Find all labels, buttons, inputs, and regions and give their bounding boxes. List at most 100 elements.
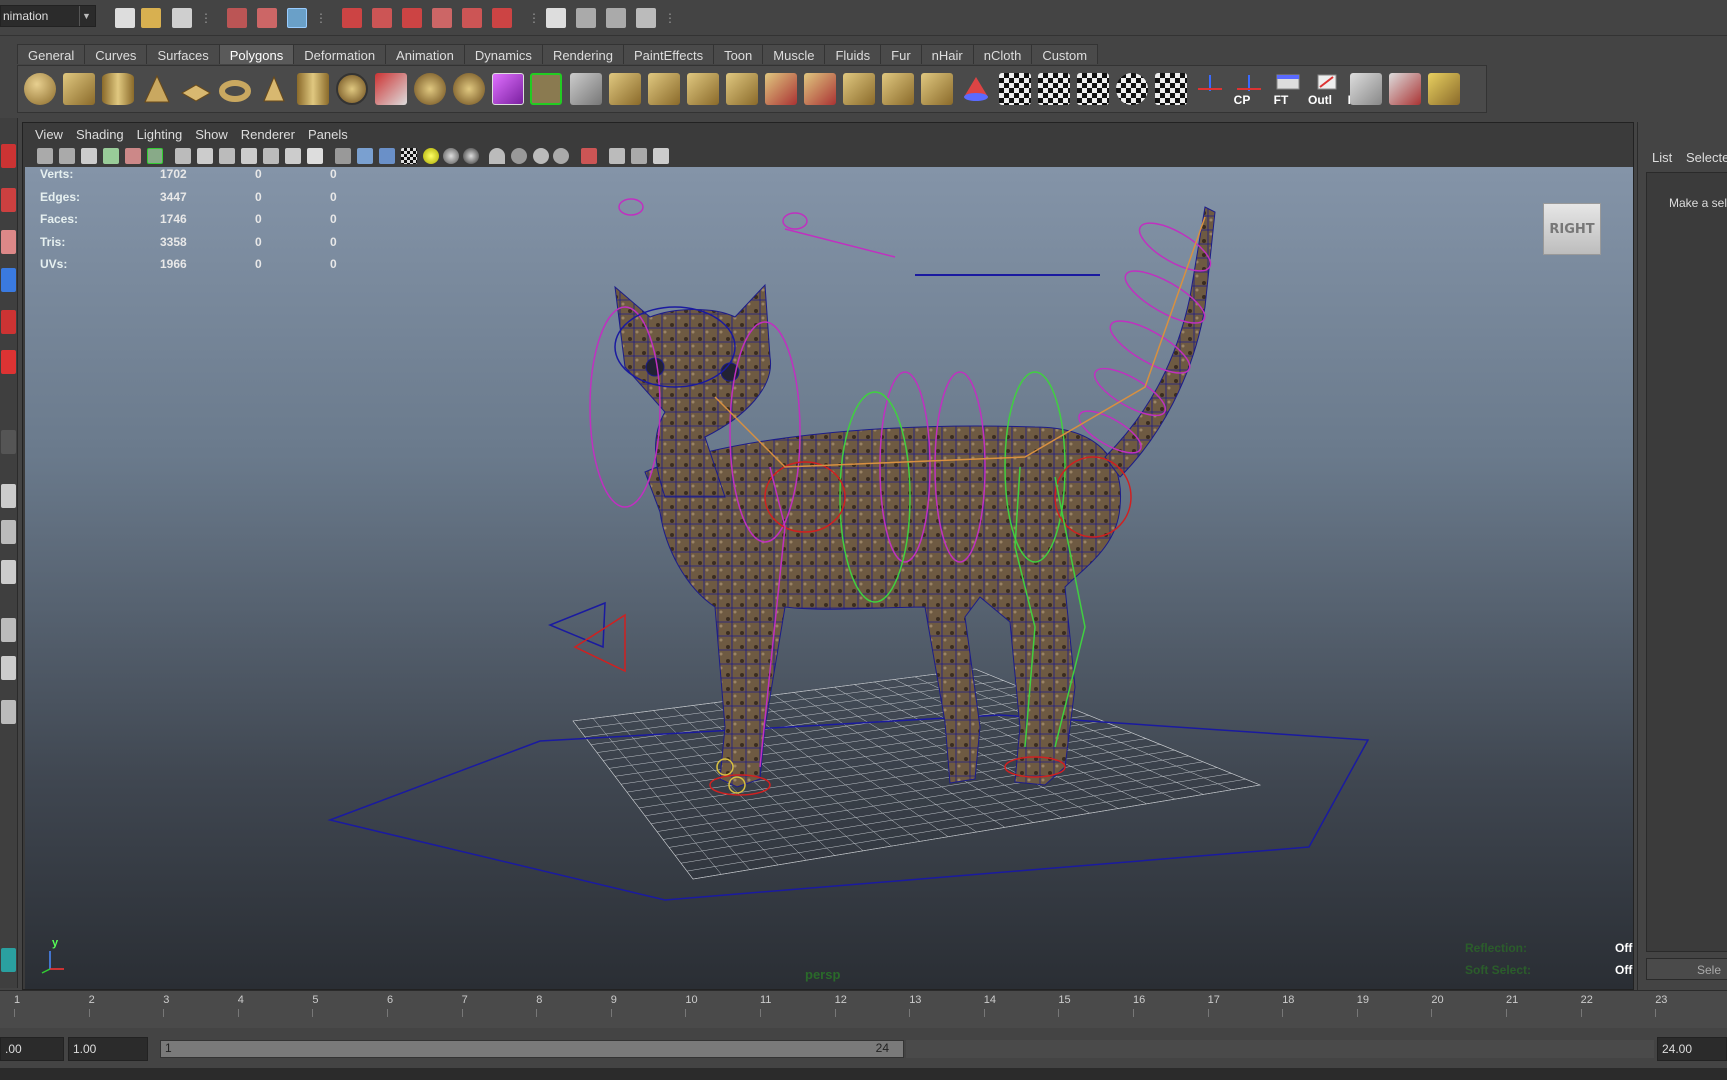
shelf-tab-dynamics[interactable]: Dynamics [463, 44, 543, 64]
view-cube[interactable]: RIGHT [1541, 197, 1605, 259]
grease-pencil-icon[interactable] [147, 148, 163, 164]
shelf-tab-ncloth[interactable]: nCloth [972, 44, 1033, 64]
select-camera-icon[interactable] [37, 148, 53, 164]
bevel-icon[interactable] [843, 73, 875, 105]
menu-set-selector[interactable]: nimation ▼ [0, 5, 96, 27]
shelf-tab-curves[interactable]: Curves [84, 44, 148, 64]
ipr-render-icon[interactable] [606, 8, 626, 28]
offset-edge-loop-icon[interactable] [726, 73, 758, 105]
last-tool-icon[interactable] [1, 430, 16, 454]
poke-face-icon[interactable] [765, 73, 797, 105]
wedge-face-icon[interactable] [804, 73, 836, 105]
poly-prism-icon[interactable] [258, 73, 290, 105]
cylindrical-mapping-icon[interactable] [999, 73, 1031, 105]
poly-cube-icon[interactable] [63, 73, 95, 105]
insert-edge-loop-icon[interactable] [687, 73, 719, 105]
image-plane-icon[interactable] [103, 148, 119, 164]
hud-toggle-icon[interactable] [609, 148, 625, 164]
poly-sphere-icon[interactable] [24, 73, 56, 105]
shelf-tab-muscle[interactable]: Muscle [762, 44, 826, 64]
menu-view[interactable]: View [31, 123, 72, 145]
gate-mask-icon[interactable] [241, 148, 257, 164]
lasso-tool-icon[interactable] [1, 188, 16, 212]
time-slider[interactable]: 1 2 3 4 5 6 7 8 9 10 11 12 13 14 15 16 17 18 19 20 21 22 23 [0, 990, 1727, 1028]
poly-soccer-ball-icon[interactable] [336, 73, 368, 105]
command-line[interactable] [0, 1068, 1727, 1080]
hotbox-icon[interactable] [1, 948, 16, 972]
select-tool-icon[interactable] [1389, 73, 1421, 105]
uv-texture-editor-icon[interactable] [1155, 73, 1187, 105]
bookmark-icon[interactable] [81, 148, 97, 164]
isolate-select-icon[interactable] [581, 148, 597, 164]
textured-icon[interactable] [401, 148, 417, 164]
playback-start-field[interactable]: 1.00 [68, 1037, 148, 1061]
xray-joints-icon[interactable] [511, 148, 527, 164]
menu-shading[interactable]: Shading [72, 123, 133, 145]
xray-icon[interactable] [489, 148, 505, 164]
tab-selected[interactable]: Selecte [1686, 150, 1727, 165]
render-frame-icon[interactable] [576, 8, 596, 28]
persp-hypershade-layout-icon[interactable] [1, 656, 16, 680]
grid-toggle-icon[interactable] [175, 148, 191, 164]
shelf-tab-toon[interactable]: Toon [713, 44, 764, 64]
wireframe-icon[interactable] [335, 148, 351, 164]
move-tool-icon[interactable] [1, 268, 16, 292]
split-polygon-icon[interactable] [648, 73, 680, 105]
menu-lighting[interactable]: Lighting [133, 123, 192, 145]
film-gate-icon[interactable] [197, 148, 213, 164]
xray-components-icon[interactable] [533, 148, 549, 164]
select-tool-icon[interactable] [1, 144, 16, 168]
poly-pipe-icon[interactable] [297, 73, 329, 105]
combine-icon[interactable] [375, 73, 407, 105]
shelf-tab-painteffects[interactable]: PaintEffects [622, 44, 715, 64]
merge-icon[interactable] [882, 73, 914, 105]
field-chart-icon[interactable] [263, 148, 279, 164]
render-settings-icon[interactable] [636, 8, 656, 28]
select-by-hierarchy-icon[interactable] [227, 8, 247, 28]
extrude-icon[interactable] [530, 73, 562, 105]
snap-to-curve-icon[interactable] [372, 8, 392, 28]
shelf-tab-nhair[interactable]: nHair [920, 44, 974, 64]
shadows-icon[interactable] [443, 148, 459, 164]
hypershade-icon[interactable] [1350, 73, 1382, 105]
poly-cylinder-icon[interactable] [102, 73, 134, 105]
new-scene-icon[interactable] [115, 8, 135, 28]
render-view-icon[interactable] [546, 8, 566, 28]
menu-renderer[interactable]: Renderer [237, 123, 304, 145]
rotate-tool-icon[interactable] [1, 310, 16, 334]
select-by-component-icon[interactable] [287, 8, 307, 28]
chevron-down-icon[interactable]: ▼ [79, 6, 93, 26]
freeze-transforms-button[interactable]: FT [1233, 73, 1288, 107]
delete-history-button[interactable]: Hist [1311, 73, 1370, 107]
snap-to-point-icon[interactable] [402, 8, 422, 28]
shelf-tab-animation[interactable]: Animation [385, 44, 465, 64]
outliner-button[interactable]: Outl [1272, 73, 1332, 107]
two-d-pan-icon[interactable] [125, 148, 141, 164]
outliner-layout-icon[interactable] [1, 700, 16, 724]
snap-to-grid-icon[interactable] [342, 8, 362, 28]
smooth-icon[interactable] [453, 73, 485, 105]
bridge-icon[interactable] [570, 73, 602, 105]
persp-outliner-layout-icon[interactable] [1, 560, 16, 584]
booleans-icon[interactable] [492, 73, 524, 105]
mirror-icon[interactable] [921, 73, 953, 105]
share-icon[interactable] [653, 148, 669, 164]
save-scene-icon[interactable] [172, 8, 192, 28]
resolution-gate-icon[interactable] [219, 148, 235, 164]
poly-plane-icon[interactable] [180, 73, 212, 105]
frame-all-icon[interactable] [631, 148, 647, 164]
camera-attributes-icon[interactable] [59, 148, 75, 164]
four-view-layout-icon[interactable] [1, 520, 16, 544]
uv-snapshot-icon[interactable] [1116, 73, 1148, 105]
snap-to-surface-icon[interactable] [432, 8, 452, 28]
spherical-mapping-icon[interactable] [1038, 73, 1070, 105]
smooth-shade-icon[interactable] [357, 148, 373, 164]
shelf-tab-custom[interactable]: Custom [1031, 44, 1099, 64]
safe-title-icon[interactable] [307, 148, 323, 164]
center-pivot-button[interactable]: CP [1194, 73, 1250, 107]
paint-select-icon[interactable] [1, 230, 16, 254]
end-time-field[interactable]: 24.00 [1657, 1037, 1727, 1061]
start-time-field[interactable]: .00 [0, 1037, 64, 1061]
open-scene-icon[interactable] [141, 8, 161, 28]
persp-graph-layout-icon[interactable] [1, 618, 16, 642]
